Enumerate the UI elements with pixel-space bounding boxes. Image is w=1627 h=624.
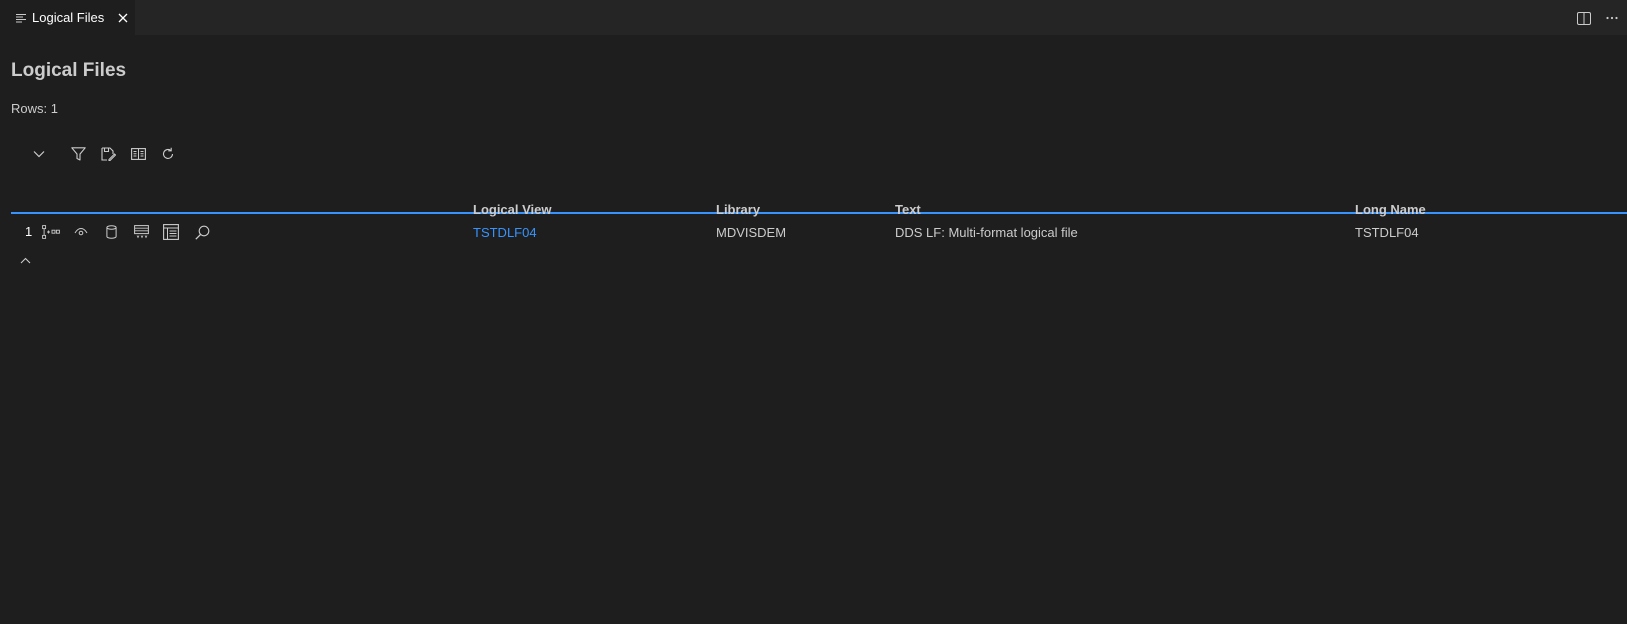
long-name-cell: TSTDLF04	[1355, 225, 1419, 240]
column-header-logical-view[interactable]: Logical View	[473, 202, 552, 217]
book-icon[interactable]	[129, 145, 147, 163]
page-title: Logical Files	[11, 60, 127, 81]
hierarchy-icon[interactable]	[41, 222, 61, 242]
editor-tab-bar: Logical Files	[0, 0, 1627, 35]
eye-icon[interactable]	[71, 222, 91, 242]
filter-icon[interactable]	[69, 145, 87, 163]
chevron-down-icon[interactable]	[30, 145, 48, 163]
table-header: Logical View Library Text Long Name	[11, 192, 1627, 217]
library-cell: MDVISDEM	[716, 225, 787, 240]
ellipsis-icon[interactable]	[1603, 9, 1621, 27]
rows-count: Rows: 1	[11, 101, 58, 116]
text-cell: DDS LF: Multi-format logical file	[895, 225, 1078, 240]
table-row: 1 TSTDLF04 MDVISDEM DDS LF: Multi-format…	[11, 222, 1627, 246]
database-icon[interactable]	[101, 222, 121, 242]
split-editor-icon[interactable]	[1575, 9, 1593, 27]
logical-view-link[interactable]: TSTDLF04	[473, 225, 537, 240]
column-header-text[interactable]: Text	[895, 202, 921, 217]
close-icon[interactable]	[118, 13, 128, 23]
search-icon[interactable]	[192, 222, 212, 242]
edit-tag-icon[interactable]	[99, 145, 117, 163]
row-number: 1	[25, 224, 33, 239]
list-icon	[16, 13, 26, 23]
table-keys-icon[interactable]	[131, 222, 151, 242]
tab-label: Logical Files	[32, 10, 105, 25]
column-header-library[interactable]: Library	[716, 202, 760, 217]
refresh-icon[interactable]	[159, 145, 177, 163]
column-header-long-name[interactable]: Long Name	[1355, 202, 1426, 217]
record-format-icon[interactable]	[161, 222, 181, 242]
tab-logical-files[interactable]: Logical Files	[0, 0, 135, 35]
chevron-up-icon[interactable]	[16, 252, 34, 268]
